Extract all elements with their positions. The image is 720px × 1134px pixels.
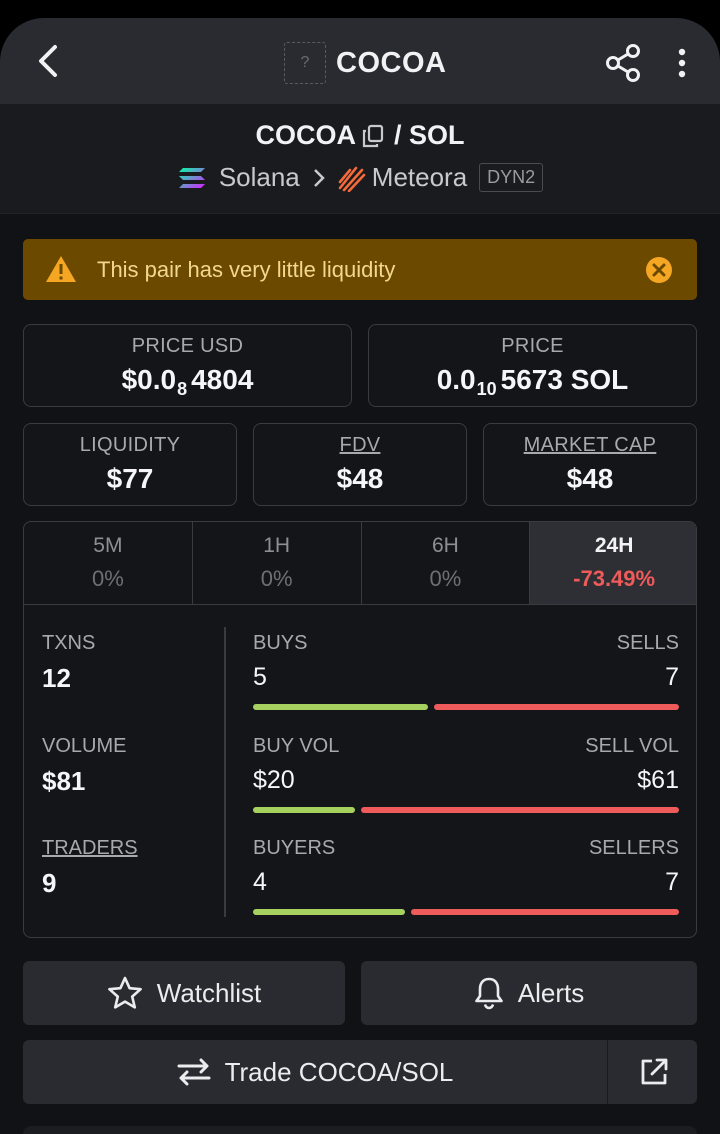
- buys-sells-bar: [253, 704, 679, 710]
- pair-base: COCOA: [255, 120, 356, 150]
- token-logo-placeholder: ?: [284, 42, 326, 84]
- close-icon[interactable]: [645, 256, 673, 284]
- market-cap-value: $48: [566, 463, 614, 494]
- trade-bar: Trade COCOA/SOL: [23, 1040, 697, 1104]
- stats-panel: 5M 0% 1H 0% 6H 0% 24H -73.49% TXNS 12 VOLUME…: [23, 521, 697, 938]
- page-title: COCOA: [336, 47, 447, 79]
- txns-stat: TXNS 12: [42, 632, 96, 693]
- trade-button[interactable]: Trade COCOA/SOL: [23, 1040, 608, 1104]
- back-icon: [39, 45, 57, 77]
- dex-name[interactable]: Meteora: [372, 162, 467, 193]
- price-usd-label: PRICE USD: [131, 335, 244, 357]
- tab-6h[interactable]: 6H 0%: [362, 522, 531, 604]
- price-native-label: PRICE: [501, 335, 564, 357]
- price-native-card: PRICE 0.010 5673 SOL: [368, 324, 697, 407]
- watchlist-button[interactable]: Watchlist: [23, 961, 345, 1025]
- back-button[interactable]: [30, 40, 66, 82]
- chain-breadcrumb: Solana Meteora DYN2: [0, 162, 720, 193]
- fdv-label[interactable]: FDV: [254, 434, 466, 457]
- more-icon: [678, 48, 686, 78]
- traders-split-row: BUYERS SELLERS 47: [253, 837, 679, 915]
- stats-divider: [224, 627, 226, 917]
- next-section-card: [23, 1126, 697, 1134]
- open-external-button[interactable]: [610, 1040, 697, 1104]
- price-native-value: 0.010 5673 SOL: [436, 364, 629, 399]
- liquidity-label: LIQUIDITY: [79, 434, 181, 456]
- price-usd-card: PRICE USD $0.08 4804: [23, 324, 352, 407]
- volume-stat: VOLUME $81: [42, 735, 127, 796]
- timeframe-tabs: 5M 0% 1H 0% 6H 0% 24H -73.49%: [24, 522, 696, 605]
- app-frame: ? COCOA COCOA / SOL Solana Meteora DYN2 …: [0, 18, 720, 1134]
- chain-name[interactable]: Solana: [219, 162, 300, 193]
- warning-icon: [46, 256, 76, 282]
- volume-split-row: BUY VOL SELL VOL $20 $61: [253, 735, 679, 813]
- meteora-logo-icon: [338, 166, 366, 192]
- more-options-button[interactable]: [666, 42, 698, 84]
- chevron-right-icon: [313, 168, 325, 187]
- external-link-icon: [641, 1058, 667, 1085]
- fdv-value: $48: [336, 463, 384, 494]
- pair-title: COCOA / SOL: [0, 120, 720, 151]
- buys-sells-row: BUYS SELLS 57: [253, 632, 679, 710]
- top-bar: ? COCOA: [0, 18, 720, 104]
- traders-stat: TRADERS 9: [42, 837, 138, 898]
- market-cap-card: MARKET CAP $48: [483, 423, 697, 506]
- status-bar: [0, 0, 720, 18]
- share-button[interactable]: [602, 42, 644, 84]
- pair-quote: / SOL: [393, 120, 465, 150]
- traders-label[interactable]: TRADERS: [42, 837, 138, 860]
- tab-1h[interactable]: 1H 0%: [193, 522, 362, 604]
- share-icon: [606, 44, 640, 82]
- warning-text: This pair has very little liquidity: [97, 257, 396, 282]
- alerts-button[interactable]: Alerts: [361, 961, 697, 1025]
- traders-split-bar: [253, 909, 679, 915]
- solana-logo-icon: [178, 167, 205, 188]
- tab-24h[interactable]: 24H -73.49%: [530, 522, 696, 604]
- copy-icon: [362, 124, 384, 147]
- liquidity-card: LIQUIDITY $77: [23, 423, 237, 506]
- dex-type-badge: DYN2: [479, 163, 544, 192]
- tab-5m[interactable]: 5M 0%: [24, 522, 193, 604]
- pair-header: COCOA / SOL Solana Meteora DYN2: [0, 104, 720, 214]
- bell-icon: [474, 977, 503, 1010]
- liquidity-value: $77: [106, 463, 154, 494]
- market-cap-label[interactable]: MARKET CAP: [484, 434, 696, 457]
- fdv-card: FDV $48: [253, 423, 467, 506]
- volume-split-bar: [253, 807, 679, 813]
- copy-address-button[interactable]: [362, 124, 384, 148]
- swap-icon: [177, 1058, 211, 1086]
- star-icon: [107, 976, 142, 1009]
- price-usd-value: $0.08 4804: [121, 364, 254, 399]
- liquidity-warning: This pair has very little liquidity: [23, 239, 697, 300]
